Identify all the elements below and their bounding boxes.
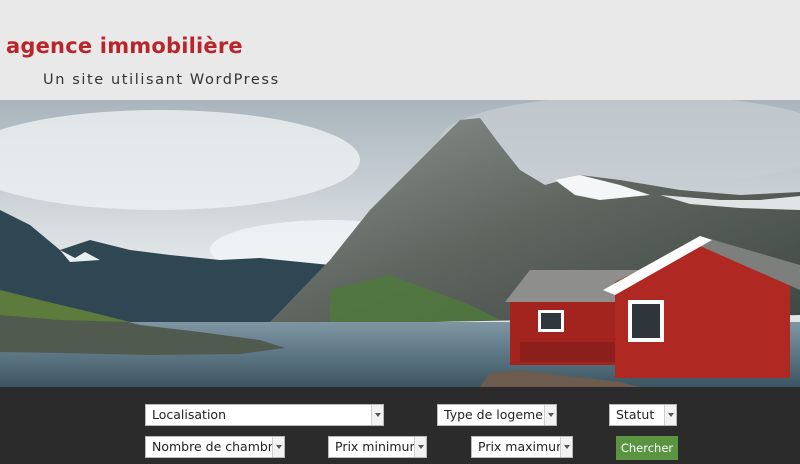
chevron-down-icon xyxy=(371,405,383,425)
min-price-select-value: Prix minimum xyxy=(335,439,422,454)
location-select[interactable]: Localisation xyxy=(145,404,384,426)
site-header: agence immobilière Un site utilisant Wor… xyxy=(0,0,800,100)
hero-image xyxy=(0,100,800,387)
site-tagline: Un site utilisant WordPress xyxy=(43,72,280,88)
bedrooms-select-value: Nombre de chambres xyxy=(152,439,285,454)
chevron-down-icon xyxy=(414,437,426,457)
location-select-value: Localisation xyxy=(152,407,226,422)
site-title[interactable]: agence immobilière xyxy=(6,34,243,58)
chevron-down-icon xyxy=(544,405,556,425)
max-price-select[interactable]: Prix maximum xyxy=(471,436,573,458)
search-button[interactable]: Chercher xyxy=(616,436,678,460)
status-select[interactable]: Statut xyxy=(609,404,677,426)
property-type-select[interactable]: Type de logement xyxy=(437,404,557,426)
landscape-image xyxy=(0,100,800,387)
chevron-down-icon xyxy=(272,437,284,457)
chevron-down-icon xyxy=(664,405,676,425)
status-select-value: Statut xyxy=(616,407,655,422)
max-price-select-value: Prix maximum xyxy=(478,439,569,454)
property-type-select-value: Type de logement xyxy=(444,407,556,422)
chevron-down-icon xyxy=(560,437,572,457)
bedrooms-select[interactable]: Nombre de chambres xyxy=(145,436,285,458)
min-price-select[interactable]: Prix minimum xyxy=(328,436,427,458)
